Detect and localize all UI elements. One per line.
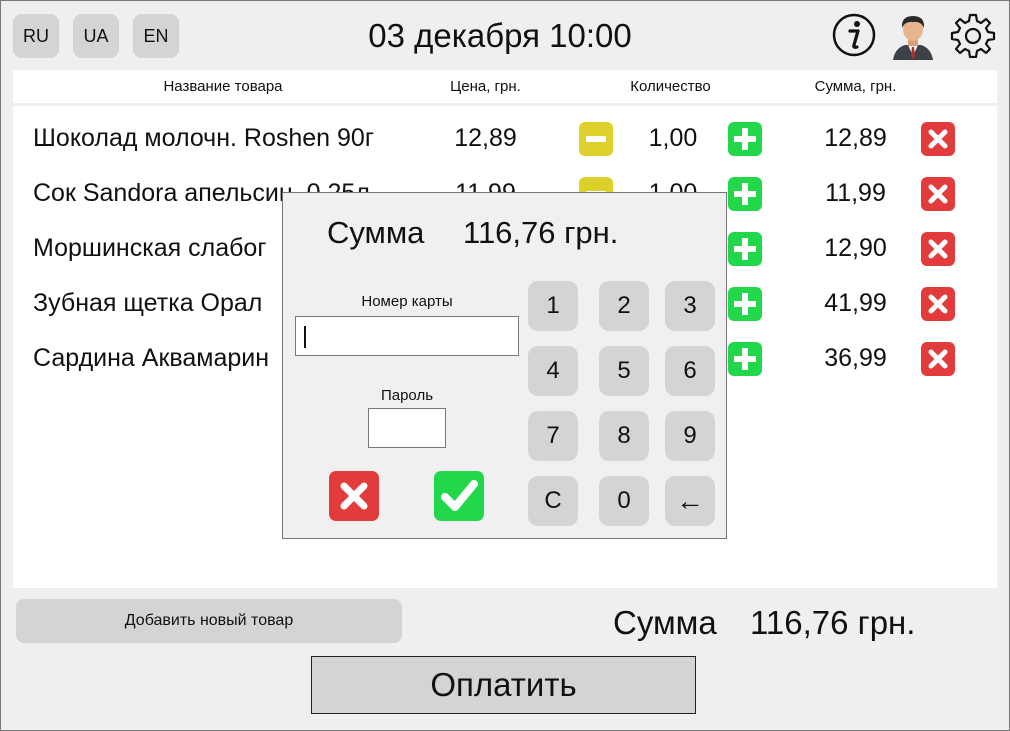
product-sum: 41,99: [824, 289, 887, 317]
card-number-input[interactable]: [295, 316, 519, 356]
keypad-key-5[interactable]: 5: [599, 346, 649, 396]
increase-quantity-button[interactable]: [728, 287, 762, 321]
delete-item-button[interactable]: [921, 232, 955, 266]
dialog-sum-value: 116,76 грн.: [463, 215, 619, 250]
product-quantity: 1,00: [648, 124, 698, 152]
delete-item-button[interactable]: [921, 287, 955, 321]
product-sum: 12,90: [824, 234, 887, 262]
product-name: Моршинская слабог: [33, 234, 267, 262]
keypad-key-0[interactable]: 0: [599, 476, 649, 526]
table-row: Шоколад молочн. Roshen 90г 12,89 1,00 12…: [13, 111, 997, 166]
increase-quantity-button[interactable]: [728, 232, 762, 266]
product-name: Сардина Аквамарин: [33, 344, 270, 372]
column-header-price: Цена, грн.: [450, 78, 521, 95]
datetime-display: 03 декабря 10:00: [368, 17, 632, 54]
product-price: 12,89: [454, 124, 517, 152]
pay-button[interactable]: Оплатить: [311, 656, 696, 714]
delete-item-button[interactable]: [921, 342, 955, 376]
column-header-sum: Сумма, грн.: [814, 78, 897, 95]
dialog-sum-label: Сумма: [327, 215, 425, 250]
keypad-key-4[interactable]: 4: [528, 346, 578, 396]
keypad-key-7[interactable]: 7: [528, 411, 578, 461]
password-label: Пароль: [380, 387, 434, 404]
text-cursor: [304, 326, 306, 348]
user-avatar-icon[interactable]: [889, 12, 937, 65]
close-icon: [928, 184, 948, 204]
keypad-key-1[interactable]: 1: [528, 281, 578, 331]
close-icon: [928, 239, 948, 259]
close-icon: [340, 482, 368, 510]
confirm-payment-button[interactable]: [434, 471, 484, 521]
product-sum: 36,99: [824, 344, 887, 372]
password-input[interactable]: [368, 408, 446, 448]
gear-icon[interactable]: [950, 12, 996, 63]
keypad-key-6[interactable]: 6: [665, 346, 715, 396]
keypad-clear-key[interactable]: C: [528, 476, 578, 526]
column-header-name: Название товара: [163, 78, 283, 95]
cancel-payment-button[interactable]: [329, 471, 379, 521]
plus-icon: [734, 183, 756, 205]
product-name: Шоколад молочн. Roshen 90г: [33, 124, 374, 152]
minus-icon: [586, 136, 606, 142]
total-value: 116,76 грн.: [750, 604, 916, 641]
plus-icon: [734, 238, 756, 260]
increase-quantity-button[interactable]: [728, 177, 762, 211]
checkmark-icon: [441, 480, 478, 511]
keypad-key-8[interactable]: 8: [599, 411, 649, 461]
lang-ru-button[interactable]: RU: [13, 14, 59, 58]
keypad-key-9[interactable]: 9: [665, 411, 715, 461]
plus-icon: [734, 293, 756, 315]
lang-ua-button[interactable]: UA: [73, 14, 119, 58]
close-icon: [928, 349, 948, 369]
plus-icon: [734, 128, 756, 150]
lang-en-button[interactable]: EN: [133, 14, 179, 58]
close-icon: [928, 129, 948, 149]
decrease-quantity-button[interactable]: [579, 122, 613, 156]
card-number-label: Номер карты: [361, 293, 453, 310]
product-name: Зубная щетка Орал: [33, 289, 263, 317]
column-header-quantity: Количество: [630, 78, 711, 95]
delete-item-button[interactable]: [921, 122, 955, 156]
delete-item-button[interactable]: [921, 177, 955, 211]
keypad-backspace-key[interactable]: ←: [665, 476, 715, 526]
close-icon: [928, 294, 948, 314]
header-divider: [13, 103, 997, 106]
info-icon[interactable]: [831, 12, 877, 63]
payment-dialog: Сумма 116,76 грн. Номер карты Пароль 1 2…: [282, 192, 727, 539]
increase-quantity-button[interactable]: [728, 342, 762, 376]
keypad-key-3[interactable]: 3: [665, 281, 715, 331]
increase-quantity-button[interactable]: [728, 122, 762, 156]
product-sum: 12,89: [824, 124, 887, 152]
keypad-key-2[interactable]: 2: [599, 281, 649, 331]
total-label: Сумма: [613, 604, 717, 641]
product-sum: 11,99: [825, 179, 886, 207]
add-product-button[interactable]: Добавить новый товар: [16, 599, 402, 643]
plus-icon: [734, 348, 756, 370]
